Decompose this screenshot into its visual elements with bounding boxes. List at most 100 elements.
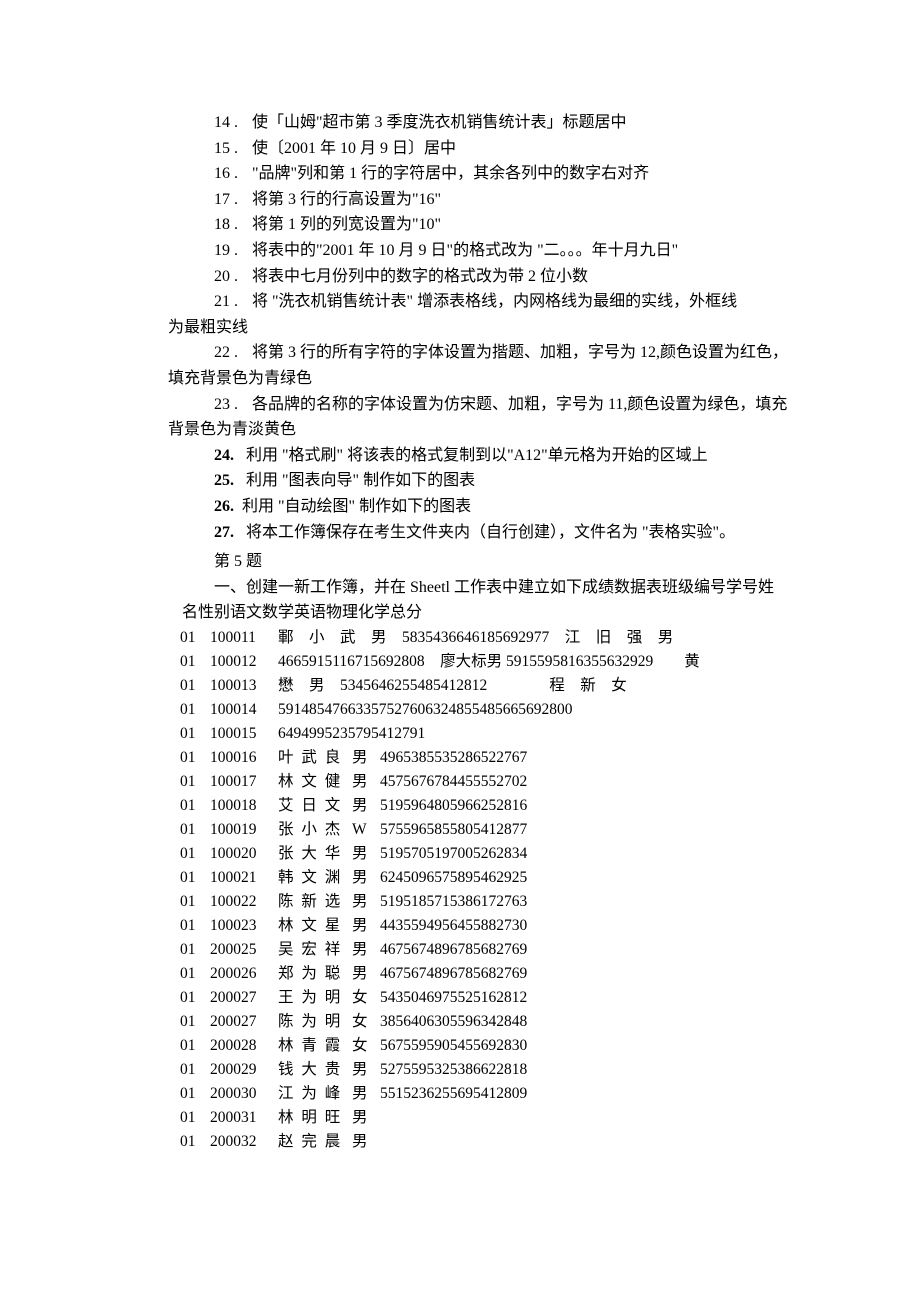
- cell-name: 张 小 杰: [278, 818, 352, 842]
- item-23: 23 .各品牌的名称的字体设置为仿宋题、加粗，字号为 11,颜色设置为绿色，填充: [168, 392, 790, 418]
- cell-gender: 男: [352, 890, 380, 914]
- item-number: 16: [214, 165, 230, 182]
- cell-class: 01: [180, 1082, 210, 1106]
- cell-name: 艾 日 文: [278, 794, 352, 818]
- cell-tail: 懋 男 5345646255485412812 程 新 女: [278, 674, 790, 698]
- cell-class: 01: [180, 1106, 210, 1130]
- item-17: 17 .将第 3 行的行高设置为"16": [168, 187, 790, 213]
- item-text: 将第 3 行的所有字符的字体设置为揩题、加粗，字号为 12,颜色设置为红色，: [252, 344, 788, 361]
- cell-class: 01: [180, 698, 210, 722]
- table-row: 0110001459148547663357527606324855485665…: [180, 698, 790, 722]
- table-row: 01200027陈 为 明女3856406305596342848: [180, 1010, 790, 1034]
- cell-gender: 男: [352, 770, 380, 794]
- item-15: 15 .使〔2001 年 10 月 9 日〕居中: [168, 136, 790, 162]
- cell-scores: 5195964805966252816: [380, 794, 790, 818]
- cell-id: 100017: [210, 770, 278, 794]
- item-dot: .: [234, 264, 238, 290]
- item-24: 24. 利用 "格式刷" 将该表的格式复制到以"A12"单元格为开始的区域上: [168, 443, 790, 469]
- cell-scores: 6245096575895462925: [380, 866, 790, 890]
- document-page: 14 .使「山姆"超市第 3 季度洗衣机销售统计表」标题居中 15 .使〔200…: [0, 0, 920, 1214]
- cell-gender: W: [352, 818, 380, 842]
- cell-gender: 男: [352, 866, 380, 890]
- cell-id: 100021: [210, 866, 278, 890]
- item-text: 将表中的"2001 年 10 月 9 日"的格式改为 "二。。。年十月九日": [252, 242, 678, 259]
- item-dot: .: [234, 392, 238, 418]
- cell-gender: 男: [352, 746, 380, 770]
- cell-id: 100023: [210, 914, 278, 938]
- item-22-cont: 填充背景色为青绿色: [168, 366, 790, 392]
- table-row: 01100020张 大 华男5195705197005262834: [180, 842, 790, 866]
- item-number: 22: [214, 344, 230, 361]
- item-text: 将第 3 行的行高设置为"16": [252, 191, 441, 208]
- cell-gender: 男: [352, 1082, 380, 1106]
- cell-class: 01: [180, 1058, 210, 1082]
- item-dot: .: [234, 136, 238, 162]
- item-number: 18: [214, 216, 230, 233]
- cell-name: 陈 为 明: [278, 1010, 352, 1034]
- cell-id: 100011: [210, 626, 278, 650]
- cell-scores: 5195705197005262834: [380, 842, 790, 866]
- cell-id: 200027: [210, 1010, 278, 1034]
- cell-scores: 5755965855805412877: [380, 818, 790, 842]
- cell-name: 韩 文 渊: [278, 866, 352, 890]
- table-row: 01200025吴 宏 祥男4675674896785682769: [180, 938, 790, 962]
- item-text: 使「山姆"超市第 3 季度洗衣机销售统计表」标题居中: [252, 114, 627, 131]
- table-row: 01200029钱 大 贵男5275595325386622818: [180, 1058, 790, 1082]
- table-row: 01100019张 小 杰W5755965855805412877: [180, 818, 790, 842]
- table-row: 01100018艾 日 文男5195964805966252816: [180, 794, 790, 818]
- cell-id: 200029: [210, 1058, 278, 1082]
- cell-id: 200026: [210, 962, 278, 986]
- item-text: 将第 1 列的列宽设置为"10": [252, 216, 441, 233]
- cell-gender: 男: [352, 938, 380, 962]
- cell-id: 100022: [210, 890, 278, 914]
- cell-scores: 3856406305596342848: [380, 1010, 790, 1034]
- item-19: 19 .将表中的"2001 年 10 月 9 日"的格式改为 "二。。。年十月九…: [168, 238, 790, 264]
- cell-tail: 4665915116715692808 廖大标男 591559581635563…: [278, 650, 790, 674]
- item-22: 22 . 将第 3 行的所有字符的字体设置为揩题、加粗，字号为 12,颜色设置为红…: [168, 340, 790, 366]
- cell-class: 01: [180, 746, 210, 770]
- item-25: 25. 利用 "图表向导" 制作如下的图表: [168, 468, 790, 494]
- item-dot: .: [234, 289, 238, 315]
- table-row: 01100017林 文 健男4575676784455552702: [180, 770, 790, 794]
- cell-class: 01: [180, 986, 210, 1010]
- cell-class: 01: [180, 842, 210, 866]
- cell-id: 100016: [210, 746, 278, 770]
- item-text: 将表中七月份列中的数字的格式改为带 2 位小数: [252, 268, 588, 285]
- cell-scores: 4965385535286522767: [380, 746, 790, 770]
- cell-tail: 5914854766335752760632485548566569​2800: [278, 698, 790, 722]
- item-26: 26. 利用 "自动绘图" 制作如下的图表: [168, 494, 790, 520]
- cell-class: 01: [180, 938, 210, 962]
- cell-class: 01: [180, 1034, 210, 1058]
- cell-id: 100013: [210, 674, 278, 698]
- item-text: 使〔2001 年 10 月 9 日〕居中: [252, 140, 456, 157]
- cell-name: 林 青 霞: [278, 1034, 352, 1058]
- item-dot: .: [234, 110, 238, 136]
- cell-id: 100020: [210, 842, 278, 866]
- cell-id: 100018: [210, 794, 278, 818]
- cell-id: 200031: [210, 1106, 278, 1130]
- cell-id: 100012: [210, 650, 278, 674]
- item-text: 利用 "自动绘图" 制作如下的图表: [242, 498, 471, 515]
- item-dot: .: [234, 212, 238, 238]
- cell-id: 100014: [210, 698, 278, 722]
- item-dot: .: [234, 187, 238, 213]
- data-table: 01100011鄆 小 武 男 5835436646185692977 江 旧 …: [168, 626, 790, 1154]
- cell-name: 林 明 旺: [278, 1106, 352, 1130]
- cell-gender: 男: [352, 1130, 380, 1154]
- cell-gender: 女: [352, 986, 380, 1010]
- item-dot: .: [234, 340, 238, 366]
- cell-scores: 4675674896785682769: [380, 962, 790, 986]
- table-row: 01200026郑 为 聪男4675674896785682769: [180, 962, 790, 986]
- cell-gender: 男: [352, 914, 380, 938]
- cell-scores: 5675595905455692830: [380, 1034, 790, 1058]
- item-dot: .: [234, 238, 238, 264]
- cell-gender: 男: [352, 1106, 380, 1130]
- item-27: 27. 将本工作簿保存在考生文件夹内（自行创建），文件名为 "表格实验"。: [168, 520, 790, 546]
- cell-id: 100015: [210, 722, 278, 746]
- cell-id: 200027: [210, 986, 278, 1010]
- cell-id: 200030: [210, 1082, 278, 1106]
- cell-gender: 男: [352, 1058, 380, 1082]
- cell-class: 01: [180, 722, 210, 746]
- cell-class: 01: [180, 962, 210, 986]
- item-number: 25.: [214, 472, 234, 489]
